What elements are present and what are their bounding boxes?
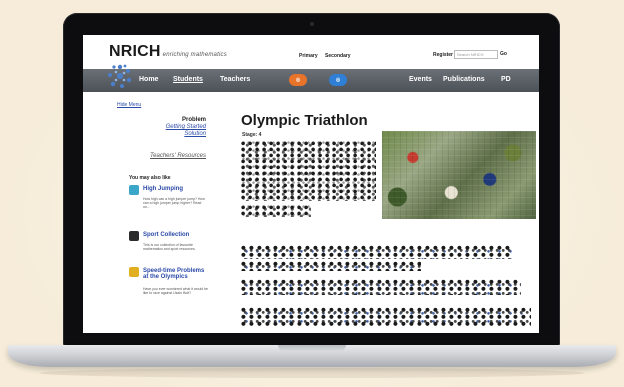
pixelated-text-line xyxy=(241,307,531,327)
camera-icon xyxy=(310,22,314,26)
pixelated-text-line xyxy=(241,245,513,259)
you-may-also-like-heading: You may also like xyxy=(129,175,171,181)
blue-pill-button[interactable]: ◎ xyxy=(329,74,347,86)
triathlon-photo xyxy=(382,131,536,219)
olympics-icon xyxy=(129,267,139,277)
pixelated-text-block xyxy=(241,141,376,201)
page-title: Olympic Triathlon xyxy=(241,112,368,129)
related-title[interactable]: Speed-time Problems at the Olympics xyxy=(143,268,205,280)
logo-tagline: enriching mathematics xyxy=(162,52,227,58)
getting-started-link[interactable]: Getting Started xyxy=(166,124,206,131)
pixelated-text-line xyxy=(241,261,421,271)
related-desc: This is our collection of favourite math… xyxy=(143,243,196,251)
orange-pill-button[interactable]: ◎ xyxy=(289,74,307,86)
pixelated-text-line xyxy=(241,279,521,295)
high-jump-icon xyxy=(129,185,139,195)
nav-home[interactable]: Home xyxy=(139,76,158,83)
pixelated-text-block xyxy=(241,205,311,217)
nav-publications[interactable]: Publications xyxy=(443,76,485,83)
laptop-notch xyxy=(278,345,346,351)
laptop-screen: NRICH enriching mathematics Primary Secon… xyxy=(83,35,539,333)
laptop-lid: NRICH enriching mathematics Primary Secon… xyxy=(63,13,560,347)
related-desc: How high can a high jumper jump? How can… xyxy=(143,197,205,209)
stage-link-secondary[interactable]: Secondary xyxy=(325,53,351,59)
stage-links: Primary Secondary xyxy=(299,53,357,59)
problem-link[interactable]: Problem xyxy=(166,117,206,124)
nav-pd[interactable]: PD xyxy=(501,76,511,83)
nrich-swirl-icon xyxy=(108,64,132,88)
search-go-button[interactable]: Go xyxy=(500,51,507,57)
solution-link[interactable]: Solution xyxy=(166,131,206,138)
nav-students[interactable]: Students xyxy=(173,76,203,83)
related-title[interactable]: Sport Collection xyxy=(143,232,189,238)
nav-teachers[interactable]: Teachers xyxy=(220,76,250,83)
register-link[interactable]: Register xyxy=(433,52,453,58)
sport-icon xyxy=(129,231,139,241)
main-nav: Home Students Teachers ◎ ◎ Events Public… xyxy=(83,69,539,92)
teachers-resources-link[interactable]: Teachers' Resources xyxy=(150,153,206,159)
stage-link-primary[interactable]: Primary xyxy=(299,53,318,59)
related-title[interactable]: High Jumping xyxy=(143,186,183,192)
site-logo[interactable]: NRICH enriching mathematics xyxy=(109,43,227,61)
laptop-shadow xyxy=(40,368,584,378)
related-desc: Have you ever wondered what it would be … xyxy=(143,287,208,295)
search-input[interactable]: Search NRICH xyxy=(454,50,498,59)
stage-label: Stage: 4 xyxy=(242,132,262,138)
hide-menu-link[interactable]: Hide Menu xyxy=(117,102,141,108)
problem-links: Problem Getting Started Solution xyxy=(166,117,206,138)
nav-events[interactable]: Events xyxy=(409,76,432,83)
laptop-base xyxy=(8,345,616,367)
